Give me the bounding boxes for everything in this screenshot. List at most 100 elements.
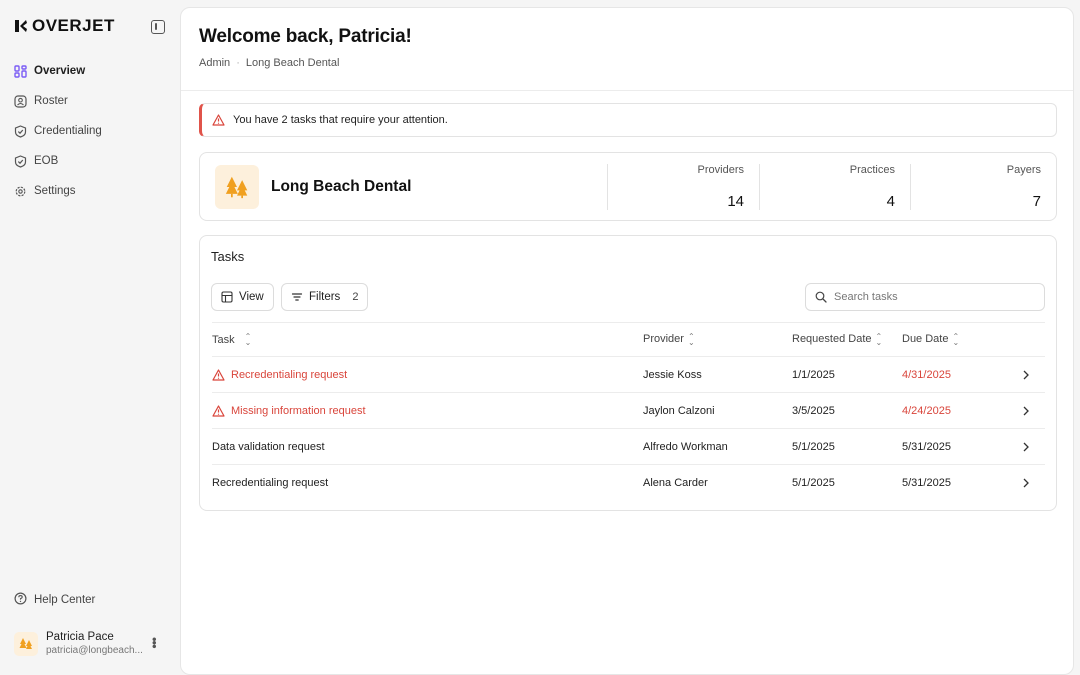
stat-label: Payers xyxy=(1006,163,1041,176)
column-label: Due Date xyxy=(902,333,949,346)
user-name: Patricia Pace xyxy=(46,631,114,643)
shield-check-icon xyxy=(14,154,27,168)
chevron-right-icon[interactable] xyxy=(1007,406,1045,416)
gear-icon xyxy=(14,185,27,198)
collapse-sidebar-icon[interactable] xyxy=(151,20,165,34)
org-name: Long Beach Dental xyxy=(271,177,412,195)
stat-value: 14 xyxy=(727,192,744,210)
sidebar-nav: Overview Roster Credentialing EOB Settin… xyxy=(14,56,166,206)
user-profile[interactable]: Patricia Pace patricia@longbeach... ••• xyxy=(14,630,166,657)
sort-icon: ⌃ ⌄ xyxy=(875,331,883,347)
requested-date: 5/1/2025 xyxy=(792,440,835,453)
view-button[interactable]: View xyxy=(211,283,274,311)
help-center-link[interactable]: Help Center xyxy=(14,592,95,608)
filters-button-label: Filters xyxy=(309,291,341,303)
stat-label: Practices xyxy=(849,163,895,176)
avatar xyxy=(14,631,38,656)
chevron-right-icon[interactable] xyxy=(1007,478,1045,488)
trees-icon xyxy=(19,637,32,649)
sort-icon: ⌃ ⌄ xyxy=(952,331,960,347)
stat-providers: Providers 14 xyxy=(607,163,759,210)
filter-icon xyxy=(291,293,303,301)
sort-icon: ⌃ ⌄ xyxy=(244,331,252,347)
due-date: 4/31/2025 xyxy=(902,368,951,381)
provider-name: Jessie Koss xyxy=(643,368,702,381)
tasks-table: Task ⌃ ⌄ Provider ⌃ ⌄ Requested Date ⌃ ⌄ Due D… xyxy=(212,322,1045,500)
task-name[interactable]: Data validation request xyxy=(212,441,325,453)
task-name[interactable]: Missing information request xyxy=(231,405,366,417)
requested-date: 3/5/2025 xyxy=(792,404,835,417)
more-vertical-icon[interactable]: ••• xyxy=(147,637,162,648)
sidebar-item-settings[interactable]: Settings xyxy=(14,176,166,206)
column-label: Task xyxy=(212,333,235,346)
table-header: Task ⌃ ⌄ Provider ⌃ ⌄ Requested Date ⌃ ⌄ Due D… xyxy=(212,322,1045,356)
sidebar-item-label: Roster xyxy=(34,95,68,107)
stat-payers: Payers 7 xyxy=(910,163,1056,210)
column-header-requested-date[interactable]: Requested Date ⌃ ⌄ xyxy=(792,331,902,347)
brand-logo[interactable]: OVERJET xyxy=(14,16,115,36)
roster-icon xyxy=(14,94,27,108)
sidebar-item-label: EOB xyxy=(34,155,59,167)
sort-icon: ⌃ ⌄ xyxy=(687,331,695,347)
due-date: 4/24/2025 xyxy=(902,404,951,417)
org-logo xyxy=(215,164,259,209)
requested-date: 1/1/2025 xyxy=(792,368,835,381)
trees-icon xyxy=(225,176,248,198)
column-label: Provider xyxy=(643,333,684,346)
attention-alert: You have 2 tasks that require your atten… xyxy=(199,103,1057,137)
shield-check-icon xyxy=(14,124,27,138)
table-row[interactable]: Recredentialing request Alena Carder 5/1… xyxy=(212,464,1045,500)
provider-name: Alena Carder xyxy=(643,476,708,489)
breadcrumb: Admin · Long Beach Dental xyxy=(199,57,1055,69)
stat-label: Providers xyxy=(697,163,744,176)
page-header: Welcome back, Patricia! Admin · Long Bea… xyxy=(181,8,1073,91)
sidebar-item-label: Settings xyxy=(34,185,76,197)
warning-icon xyxy=(212,404,225,417)
breadcrumb-separator: · xyxy=(236,57,240,69)
view-button-label: View xyxy=(239,291,264,303)
task-name[interactable]: Recredentialing request xyxy=(212,477,328,489)
org-summary-card: Long Beach Dental Providers 14 Practices… xyxy=(199,152,1057,221)
breadcrumb-org[interactable]: Long Beach Dental xyxy=(246,57,340,69)
chevron-right-icon[interactable] xyxy=(1007,442,1045,452)
table-row[interactable]: Missing information request Jaylon Calzo… xyxy=(212,392,1045,428)
alert-text: You have 2 tasks that require your atten… xyxy=(233,114,448,126)
requested-date: 5/1/2025 xyxy=(792,476,835,489)
page-title: Welcome back, Patricia! xyxy=(199,26,412,47)
overjet-logo-icon xyxy=(15,20,27,32)
sidebar-item-roster[interactable]: Roster xyxy=(14,86,166,116)
tasks-title: Tasks xyxy=(211,249,245,264)
stat-value: 4 xyxy=(886,192,895,210)
overview-icon xyxy=(14,64,27,78)
column-header-provider[interactable]: Provider ⌃ ⌄ xyxy=(643,331,792,347)
search-tasks-field[interactable] xyxy=(805,283,1045,311)
provider-name: Jaylon Calzoni xyxy=(643,404,715,417)
column-header-task[interactable]: Task ⌃ ⌄ xyxy=(212,331,643,347)
sidebar-item-label: Overview xyxy=(34,65,86,77)
user-email: patricia@longbeach... xyxy=(46,645,143,656)
chevron-right-icon[interactable] xyxy=(1007,370,1045,380)
stat-practices: Practices 4 xyxy=(759,163,910,210)
provider-name: Alfredo Workman xyxy=(643,440,728,453)
filters-count-badge: 2 xyxy=(352,291,359,303)
column-header-due-date[interactable]: Due Date ⌃ ⌄ xyxy=(902,331,1007,347)
main-panel: Welcome back, Patricia! Admin · Long Bea… xyxy=(180,7,1074,675)
warning-icon xyxy=(212,368,225,381)
tasks-card: Tasks View Filters 2 Task⌃⌄ Provider⌃⌄ R… xyxy=(199,235,1057,511)
table-row[interactable]: Data validation request Alfredo Workman … xyxy=(212,428,1045,464)
help-label: Help Center xyxy=(34,594,96,606)
search-input[interactable] xyxy=(834,291,1034,303)
sidebar-item-overview[interactable]: Overview xyxy=(14,56,166,86)
table-row[interactable]: Recredentialing request Jessie Koss 1/1/… xyxy=(212,356,1045,392)
column-label: Requested Date xyxy=(792,333,872,346)
sidebar-item-eob[interactable]: EOB xyxy=(14,146,166,176)
breadcrumb-admin[interactable]: Admin xyxy=(199,57,230,69)
search-icon xyxy=(815,291,827,303)
warning-icon xyxy=(212,114,225,126)
due-date: 5/31/2025 xyxy=(902,440,951,453)
sidebar-item-credentialing[interactable]: Credentialing xyxy=(14,116,166,146)
sidebar: OVERJET Overview Roster Credentialing EO… xyxy=(0,0,178,675)
table-view-icon xyxy=(221,291,233,303)
filters-button[interactable]: Filters 2 xyxy=(281,283,369,311)
task-name[interactable]: Recredentialing request xyxy=(231,369,347,381)
